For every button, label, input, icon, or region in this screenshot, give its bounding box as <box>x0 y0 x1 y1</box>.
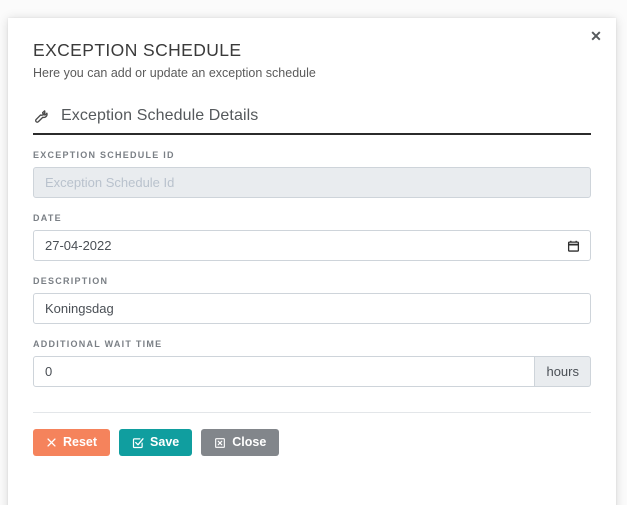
x-square-icon <box>215 437 226 448</box>
description-input[interactable] <box>33 293 591 325</box>
field-exception-schedule-id: EXCEPTION SCHEDULE ID <box>33 150 591 199</box>
x-icon <box>47 438 56 447</box>
additional-wait-time-group: hours <box>33 356 591 388</box>
close-button[interactable]: Close <box>201 429 280 456</box>
wrench-icon <box>35 110 48 124</box>
field-label-date: DATE <box>33 213 62 224</box>
page-title: EXCEPTION SCHEDULE <box>33 40 242 60</box>
field-label-exception-schedule-id: EXCEPTION SCHEDULE ID <box>33 150 175 161</box>
exception-schedule-id-input[interactable] <box>33 167 591 199</box>
hours-unit-addon: hours <box>535 356 591 388</box>
additional-wait-time-input[interactable] <box>33 356 536 388</box>
section-header: Exception Schedule Details <box>33 106 591 136</box>
reset-button-label: Reset <box>63 435 98 450</box>
field-label-description: DESCRIPTION <box>33 276 109 287</box>
field-date: DATE <box>33 213 591 262</box>
save-button-label: Save <box>150 435 180 450</box>
check-square-icon <box>132 437 144 448</box>
page-root: ✕ EXCEPTION SCHEDULE Here you can add or… <box>0 0 627 505</box>
page-subtitle: Here you can add or update an exception … <box>33 66 316 81</box>
modal-body: EXCEPTION SCHEDULE Here you can add or u… <box>8 18 616 456</box>
field-label-additional-wait-time: ADDITIONAL WAIT TIME <box>33 339 163 350</box>
close-x-icon[interactable]: ✕ <box>585 25 607 47</box>
save-button[interactable]: Save <box>119 429 193 456</box>
date-input[interactable] <box>33 230 591 262</box>
field-description: DESCRIPTION <box>33 276 591 325</box>
modal-header: EXCEPTION SCHEDULE Here you can add or u… <box>33 40 591 81</box>
button-row: Reset Save Close <box>33 413 591 456</box>
date-input-wrapper <box>33 230 591 262</box>
field-additional-wait-time: ADDITIONAL WAIT TIME hours <box>33 339 591 388</box>
close-button-label: Close <box>232 435 267 450</box>
reset-button[interactable]: Reset <box>33 429 111 456</box>
exception-schedule-modal: ✕ EXCEPTION SCHEDULE Here you can add or… <box>8 18 616 505</box>
section-title: Exception Schedule Details <box>61 106 259 124</box>
